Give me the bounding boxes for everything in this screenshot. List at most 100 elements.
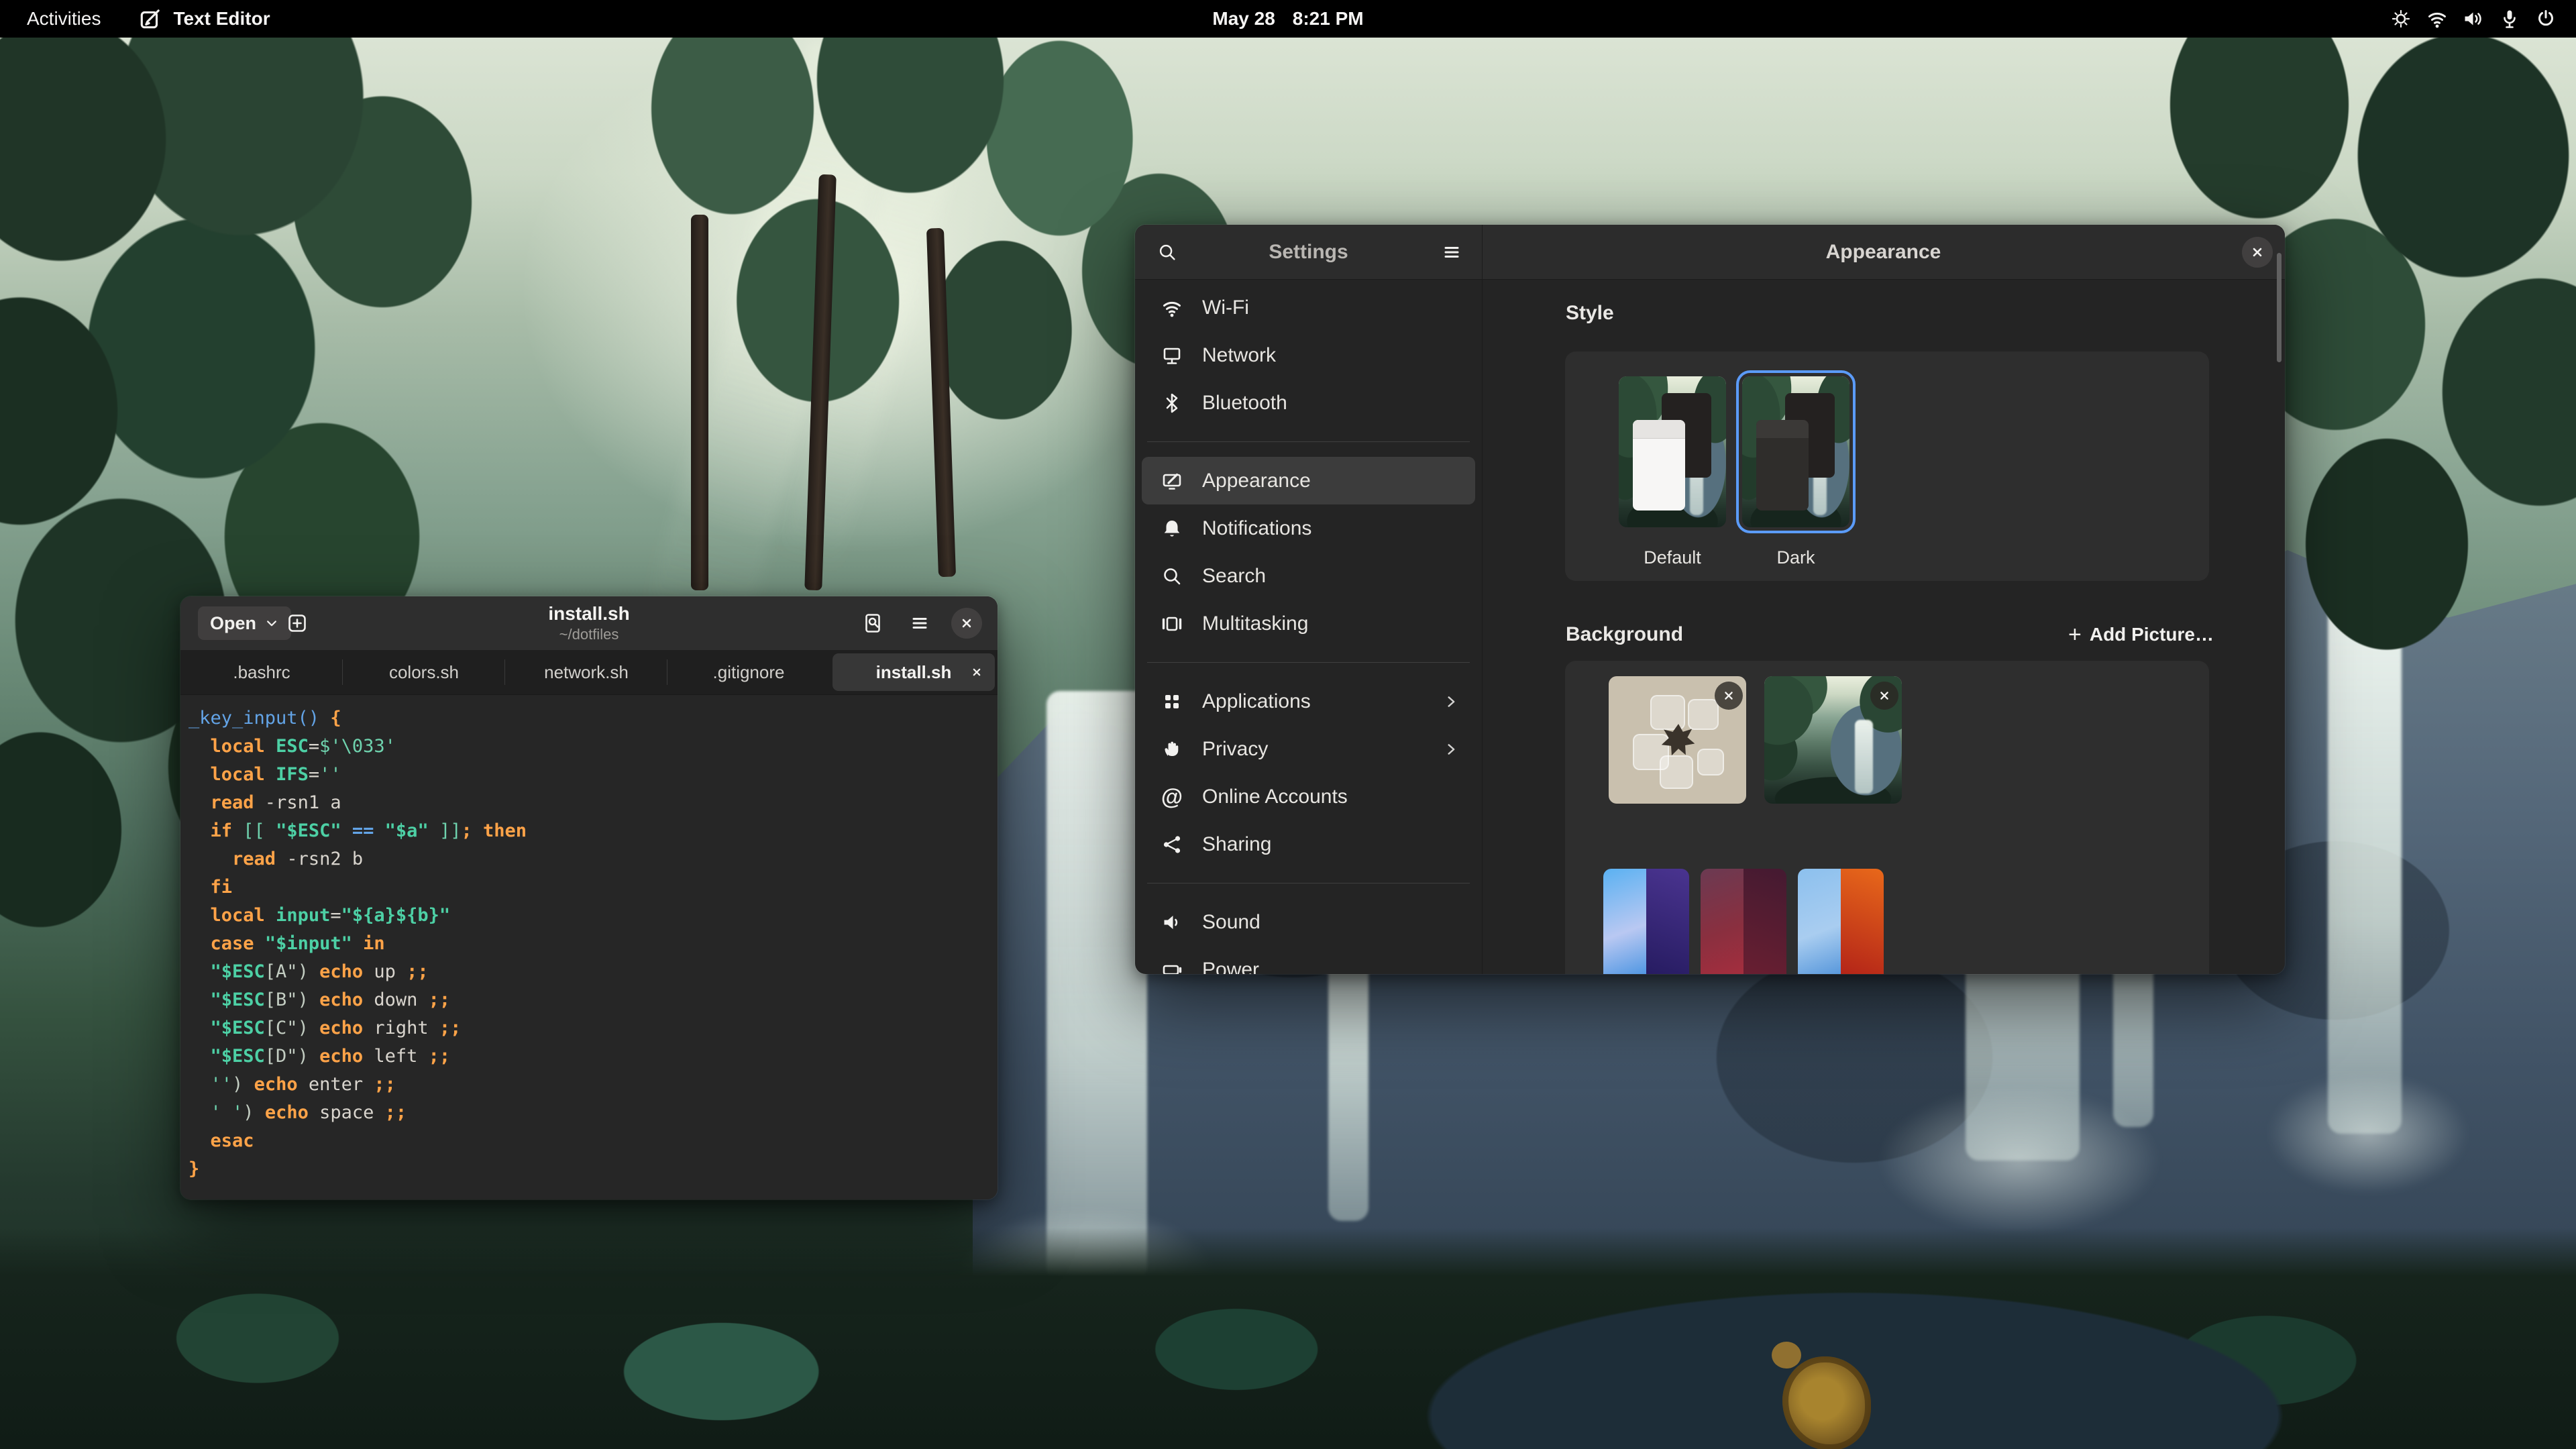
clock[interactable]: May 28 8:21 PM	[0, 0, 2576, 38]
multitasking-icon	[1161, 612, 1183, 635]
sidebar-item-notifications[interactable]: Notifications	[1142, 504, 1475, 552]
code-line: "$ESC[A") echo up ;;	[189, 958, 998, 986]
code-line: if [[ "$ESC" == "$a" ]]; then	[189, 817, 998, 845]
editor-close-button[interactable]	[951, 608, 982, 639]
network-icon	[1161, 344, 1183, 367]
wallpaper-waterfall	[1046, 691, 1147, 1281]
turtle-shell	[1782, 1356, 1871, 1449]
brightness-icon[interactable]	[2388, 6, 2414, 32]
code-line: }	[189, 1155, 998, 1183]
code-line: ' ') echo space ;;	[189, 1099, 998, 1127]
sidebar-item-label: Wi-Fi	[1202, 297, 1249, 319]
code-line: "$ESC[B") echo down ;;	[189, 986, 998, 1014]
settings-menu-button[interactable]	[1436, 236, 1468, 268]
remove-background-button[interactable]	[1870, 682, 1898, 710]
sidebar-item-applications[interactable]: Applications	[1142, 678, 1475, 725]
sidebar-item-search[interactable]: Search	[1142, 552, 1475, 600]
sidebar-item-label: Network	[1202, 344, 1276, 367]
settings-sidebar: Wi-Fi Network Bluetooth Appearance Notificat…	[1142, 284, 1475, 974]
turtle-head	[1772, 1342, 1801, 1368]
tab-colors[interactable]: colors.sh	[343, 650, 505, 694]
tab-label: colors.sh	[389, 662, 459, 683]
tab-network[interactable]: network.sh	[505, 650, 667, 694]
text-editor-headerbar: Open install.sh ~/dotfiles	[180, 596, 998, 650]
editor-menu-button[interactable]	[904, 607, 936, 639]
tab-bashrc[interactable]: .bashrc	[180, 650, 343, 694]
status-icons[interactable]	[2388, 0, 2559, 38]
sidebar-item-privacy[interactable]: Privacy	[1142, 725, 1475, 773]
sidebar-item-label: Appearance	[1202, 470, 1311, 492]
bell-icon	[1161, 517, 1183, 540]
background-thumb-pixels[interactable]	[1603, 869, 1689, 974]
close-icon	[2249, 244, 2266, 261]
sidebar-item-online-accounts[interactable]: @Online Accounts	[1142, 773, 1475, 820]
open-button[interactable]: Open	[198, 606, 291, 640]
plus-icon: +	[2068, 623, 2082, 646]
settings-close-button[interactable]	[2242, 237, 2273, 268]
wallpaper-turtle	[1774, 1342, 1882, 1449]
settings-title: Settings	[1135, 225, 1482, 280]
background-section-label: Background	[1566, 623, 1683, 646]
close-tab-icon[interactable]	[967, 662, 987, 682]
remove-background-button[interactable]	[1715, 682, 1743, 710]
settings-search-button[interactable]	[1151, 236, 1183, 268]
tab-label: install.sh	[876, 662, 952, 683]
settings-headerbar: Settings Appearance	[1135, 225, 2285, 280]
volume-icon[interactable]	[2461, 6, 2486, 32]
battery-icon	[1161, 959, 1183, 975]
code-line: esac	[189, 1127, 998, 1155]
settings-scrollbar[interactable]	[2277, 253, 2282, 362]
background-thumb-dragon-logo[interactable]	[1609, 676, 1746, 804]
code-line: read -rsn1 a	[189, 789, 998, 817]
appearance-icon	[1161, 470, 1183, 492]
wallpaper-mist	[2267, 1073, 2469, 1194]
sidebar-item-sound[interactable]: Sound	[1142, 898, 1475, 946]
background-thumb-drool[interactable]	[1798, 869, 1884, 974]
background-thumb-forest-waterfall[interactable]	[1764, 676, 1902, 804]
sidebar-item-wifi[interactable]: Wi-Fi	[1142, 284, 1475, 331]
add-picture-button[interactable]: + Add Picture…	[2068, 620, 2214, 649]
wifi-icon[interactable]	[2424, 6, 2450, 32]
code-line: '') echo enter ;;	[189, 1071, 998, 1099]
search-icon	[1157, 241, 1178, 263]
power-icon[interactable]	[2533, 6, 2559, 32]
sidebar-item-power[interactable]: Power	[1142, 946, 1475, 974]
style-card: Default Dark	[1565, 352, 2209, 581]
sidebar-separator	[1147, 441, 1470, 442]
code-line: case "$input" in	[189, 930, 998, 958]
sidebar-item-label: Notifications	[1202, 517, 1311, 540]
sidebar-item-label: Search	[1202, 565, 1266, 588]
sidebar-item-network[interactable]: Network	[1142, 331, 1475, 379]
wifi-icon	[1161, 297, 1183, 319]
hand-icon	[1161, 738, 1183, 761]
sidebar-item-appearance[interactable]: Appearance	[1142, 457, 1475, 504]
style-option-dark[interactable]	[1742, 376, 1849, 527]
chevron-right-icon	[1442, 740, 1460, 759]
code-line	[189, 1183, 998, 1199]
code-editor[interactable]: _key_input() { local ESC=$'\033' local I…	[180, 695, 998, 1199]
sidebar-item-bluetooth[interactable]: Bluetooth	[1142, 379, 1475, 427]
document-name: install.sh	[382, 602, 796, 626]
sidebar-item-multitasking[interactable]: Multitasking	[1142, 600, 1475, 647]
microphone-icon[interactable]	[2497, 6, 2522, 32]
new-tab-button[interactable]	[281, 607, 313, 639]
style-option-default[interactable]	[1619, 376, 1726, 527]
sidebar-item-label: Sharing	[1202, 833, 1271, 856]
tab-gitignore[interactable]: .gitignore	[667, 650, 830, 694]
chevron-right-icon	[1442, 692, 1460, 711]
style-option-label: Default	[1619, 547, 1726, 568]
panel-title: Appearance	[1482, 225, 2285, 280]
tab-install[interactable]: install.sh	[833, 653, 995, 691]
light-variant-preview	[1603, 869, 1646, 974]
hamburger-menu-icon	[908, 612, 931, 635]
wallpaper-mist	[1878, 1087, 2160, 1234]
open-button-label: Open	[210, 613, 256, 634]
tab-label: .bashrc	[233, 662, 290, 683]
search-document-button[interactable]	[857, 607, 889, 639]
code-line: "$ESC[C") echo right ;;	[189, 1014, 998, 1042]
style-option-label: Dark	[1742, 547, 1849, 568]
sidebar-item-sharing[interactable]: Sharing	[1142, 820, 1475, 868]
background-thumb-fold[interactable]	[1701, 869, 1786, 974]
appearance-panel: Style DefaultDark Background + Add Pictu…	[1483, 280, 2285, 974]
chevron-down-icon	[264, 616, 279, 631]
